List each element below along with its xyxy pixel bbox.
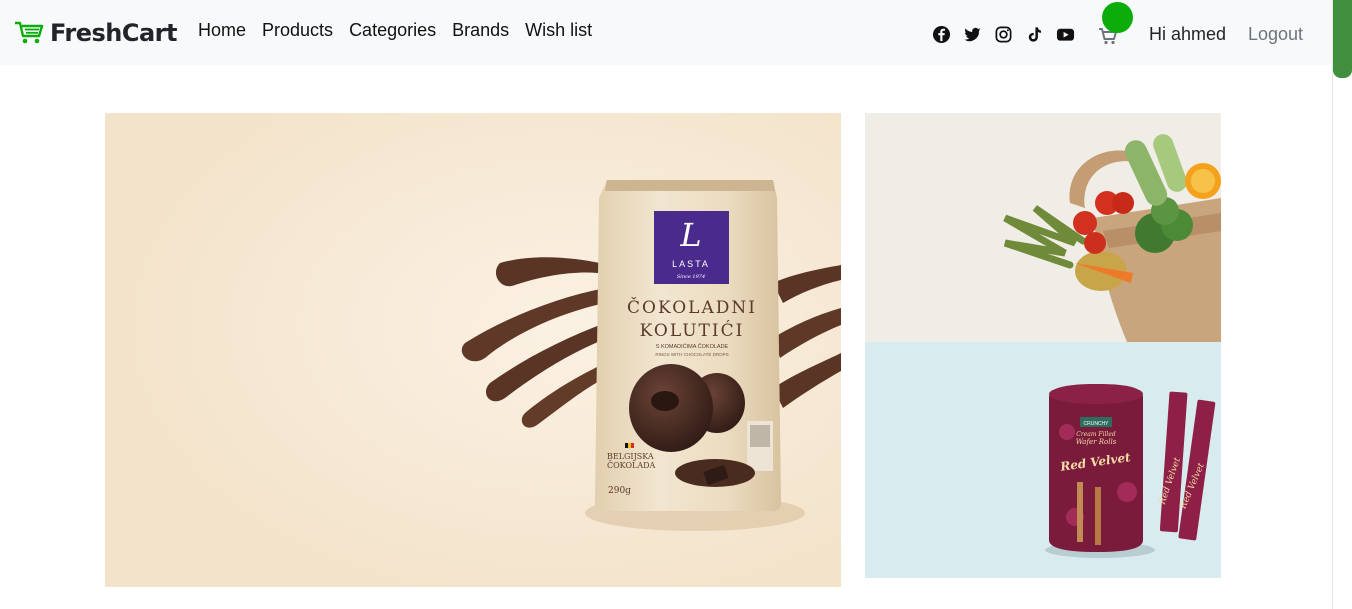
instagram-icon[interactable]: [994, 25, 1013, 44]
nav-link-home[interactable]: Home: [198, 20, 246, 41]
social-links: [932, 25, 1075, 44]
main-slider-image[interactable]: L LASTA Since 1974 ČOKOLADNI KOLUTIĆI S …: [105, 113, 841, 587]
canister-brand: CRUNCHY: [1084, 421, 1110, 427]
side-banner-wafer-rolls[interactable]: CRUNCHY Cream Filled Wafer Rolls Red Vel…: [865, 342, 1221, 578]
youtube-icon[interactable]: [1056, 25, 1075, 44]
tiktok-icon[interactable]: [1025, 25, 1044, 44]
bag-weight: 290g: [608, 486, 631, 496]
nav-link-wishlist[interactable]: Wish list: [525, 20, 592, 41]
navbar: FreshCart Home Products Categories Brand…: [0, 0, 1332, 65]
nav-link-brands[interactable]: Brands: [452, 20, 509, 41]
cart-logo-icon: [15, 21, 44, 44]
bag-brand-text: LASTA: [672, 259, 710, 269]
red-velvet-wafer-image: CRUNCHY Cream Filled Wafer Rolls Red Vel…: [865, 342, 1221, 578]
bag-brand-tagline: Since 1974: [677, 274, 705, 280]
scrollbar-thumb[interactable]: [1333, 0, 1352, 78]
main-nav: Home Products Categories Brands Wish lis…: [198, 20, 592, 41]
grocery-bag-image: [865, 113, 1221, 342]
side-banner-groceries[interactable]: [865, 113, 1221, 342]
bag-subtitle: S KOMADIĆIMA ČOKOLADE: [656, 343, 729, 350]
facebook-icon[interactable]: [932, 25, 951, 44]
chocolate-rings-product-image: L LASTA Since 1974 ČOKOLADNI KOLUTIĆI S …: [105, 113, 841, 587]
nav-link-products[interactable]: Products: [262, 20, 333, 41]
cart-count-badge: [1102, 2, 1133, 33]
canister-line1: Cream Filled: [1076, 431, 1116, 438]
user-greeting: Hi ahmed: [1149, 24, 1227, 44]
nav-link-categories[interactable]: Categories: [349, 20, 436, 41]
brand-name: FreshCart: [50, 19, 177, 47]
canister-line2: Wafer Rolls: [1076, 438, 1117, 446]
bag-title-line2: KOLUTIĆI: [640, 320, 745, 341]
scrollbar-track[interactable]: [1332, 0, 1352, 609]
twitter-icon[interactable]: [963, 25, 982, 44]
svg-text:L: L: [679, 216, 701, 254]
bag-subtitle-english: RINGS WITH CHOCOLATE DROPS: [655, 352, 728, 357]
brand-logo[interactable]: FreshCart: [14, 17, 177, 49]
bag-origin-line1: BELGIJSKA: [607, 452, 654, 461]
bag-origin-line2: ČOKOLADA: [607, 461, 656, 470]
bag-title-line1: ČOKOLADNI: [627, 297, 757, 318]
logout-link[interactable]: Logout: [1248, 24, 1303, 45]
